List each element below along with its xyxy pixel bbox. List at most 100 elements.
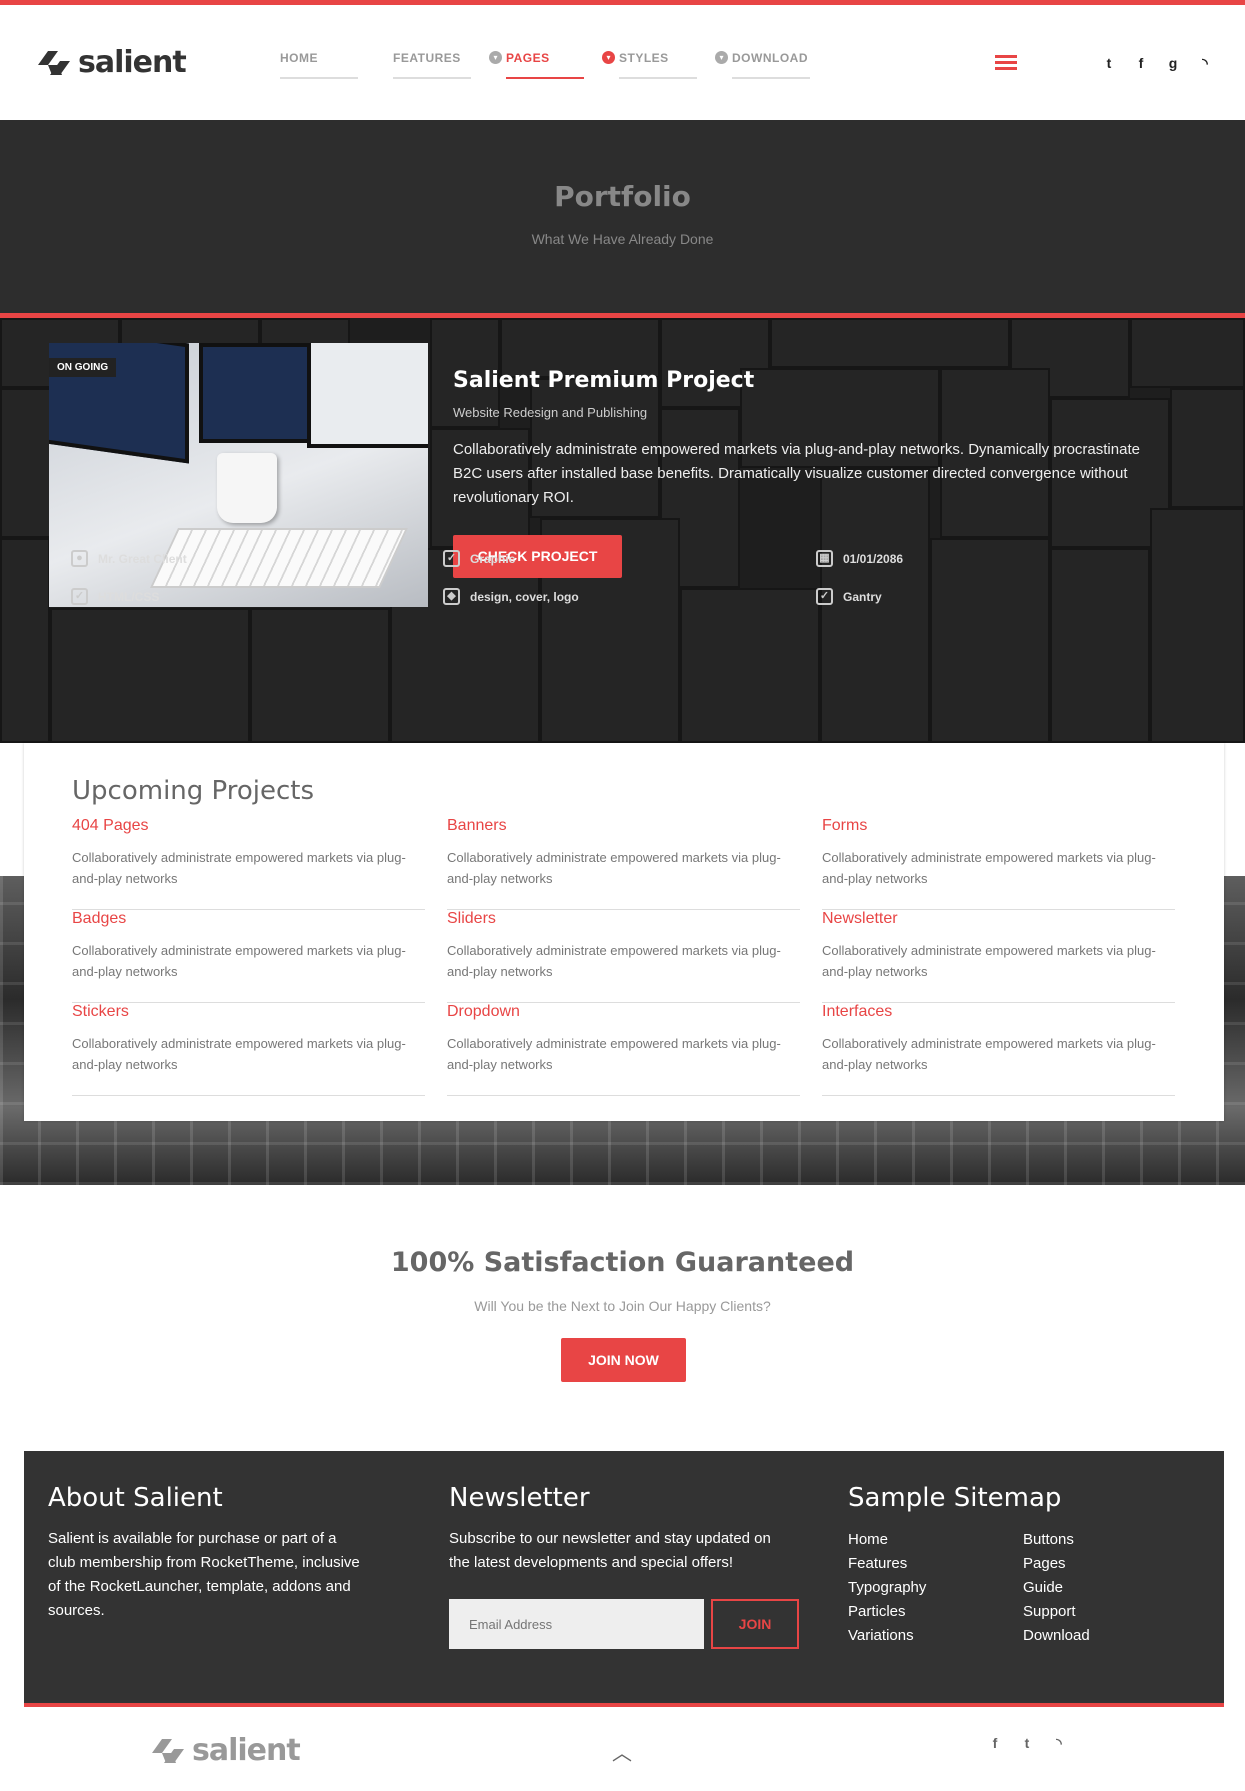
project-desc: Collaboratively administrate empowered m… (447, 1036, 781, 1072)
project-meta-item: ◆ design, cover, logo (443, 588, 579, 605)
twitter-icon[interactable]: t (1093, 55, 1125, 72)
list-item: Newsletter Collaboratively administrate e… (822, 910, 1175, 1003)
project-link[interactable]: Banners (447, 817, 507, 835)
nav-item-pages[interactable]: PAGES ▾ (506, 49, 619, 79)
meta-text: Mr. Great Client (98, 551, 187, 566)
google-plus-icon[interactable]: g (1157, 55, 1189, 72)
logo[interactable]: salient (38, 45, 187, 80)
logo-text: salient (78, 45, 187, 80)
keyboard-illustration (150, 528, 408, 588)
sitemap-link[interactable]: Typography (848, 1579, 926, 1596)
nav-item-download[interactable]: DOWNLOAD (732, 49, 845, 79)
user-icon: ● (71, 550, 88, 567)
project-link[interactable]: Newsletter (822, 910, 898, 928)
upcoming-projects: Upcoming Projects 404 Pages Collaborative… (24, 743, 1224, 1121)
project-image[interactable] (49, 343, 428, 607)
background-tile (1150, 508, 1245, 743)
social-links-top: t f g ◝ (1093, 55, 1221, 72)
background-tile (680, 588, 820, 743)
join-now-button[interactable]: JOIN NOW (561, 1338, 686, 1382)
project-meta-item: ✓ HTML/CSS (71, 588, 159, 605)
sitemap-link[interactable]: Buttons (1023, 1531, 1074, 1548)
background-tile (250, 608, 390, 743)
calendar-icon: ▦ (816, 550, 833, 567)
sitemap-link[interactable]: Variations (848, 1627, 914, 1644)
meta-text: HTML/CSS (98, 589, 160, 604)
check-icon: ✓ (71, 588, 88, 605)
chevron-down-icon: ▾ (602, 51, 615, 64)
menu-toggle-icon[interactable] (995, 55, 1017, 71)
chevron-down-icon: ▾ (715, 51, 728, 64)
footer-logo[interactable]: salient (152, 1733, 301, 1768)
facebook-icon[interactable]: f (979, 1735, 1011, 1752)
meta-text: design, cover, logo (470, 589, 579, 604)
sitemap-link[interactable]: Download (1023, 1627, 1090, 1644)
rss-icon[interactable]: ◝ (1043, 1735, 1075, 1752)
mug-illustration (217, 453, 277, 523)
project-link[interactable]: Stickers (72, 1003, 129, 1021)
sitemap-link[interactable]: Particles (848, 1603, 906, 1620)
project-meta-item: ▦ 01/01/2086 (816, 550, 903, 567)
about-column: About Salient Salient is available for p… (48, 1483, 368, 1623)
background-tile (1170, 388, 1245, 508)
meta-text: Graphic (470, 551, 516, 566)
project-desc: Collaboratively administrate empowered m… (72, 943, 406, 979)
featured-project: ON GOING Salient Premium Project Website… (0, 318, 1245, 743)
facebook-icon[interactable]: f (1125, 55, 1157, 72)
nav-item-features[interactable]: FEATURES ▾ (393, 49, 506, 79)
logo-mark-icon (38, 49, 72, 77)
nav-underline (393, 77, 471, 79)
nav-label: PAGES (506, 51, 550, 65)
newsletter-join-button[interactable]: JOIN (711, 1599, 799, 1649)
nav-label: FEATURES (393, 51, 461, 65)
project-link[interactable]: Forms (822, 817, 867, 835)
nav-underline (619, 77, 697, 79)
project-link[interactable]: Dropdown (447, 1003, 520, 1021)
project-link[interactable]: 404 Pages (72, 817, 149, 835)
background-tile (1050, 548, 1150, 743)
sitemap-column: Sample Sitemap (848, 1483, 1178, 1527)
sitemap-link[interactable]: Support (1023, 1603, 1076, 1620)
project-meta-item: ✓ Graphic (443, 550, 515, 567)
section-heading: Upcoming Projects (72, 776, 315, 806)
sitemap-link[interactable]: Home (848, 1531, 888, 1548)
project-desc: Collaboratively administrate empowered m… (447, 943, 781, 979)
site-header: salient HOME FEATURES ▾ PAGES ▾ STYLES ▾ DOWNLO… (0, 5, 1245, 120)
nav-item-styles[interactable]: STYLES ▾ (619, 49, 732, 79)
status-badge: ON GOING (49, 358, 117, 377)
project-desc: Collaboratively administrate empowered m… (822, 1036, 1156, 1072)
chevron-down-icon: ▾ (489, 51, 502, 64)
email-field[interactable] (449, 1599, 704, 1649)
nav-underline (506, 77, 584, 79)
sitemap-title: Sample Sitemap (848, 1483, 1062, 1513)
page-title: Portfolio (554, 180, 691, 213)
project-link[interactable]: Badges (72, 910, 126, 928)
background-tile (50, 608, 250, 743)
project-subtitle: Website Redesign and Publishing (453, 405, 648, 420)
logo-mark-icon (152, 1737, 186, 1765)
logo-text: salient (192, 1733, 301, 1768)
background-tile (770, 318, 1010, 368)
project-link[interactable]: Interfaces (822, 1003, 892, 1021)
background-tile (930, 538, 1050, 743)
footer: About Salient Salient is available for p… (24, 1451, 1224, 1703)
nav-item-home[interactable]: HOME (280, 49, 393, 79)
list-item: Banners Collaboratively administrate empo… (447, 817, 800, 910)
project-meta-item: ✓ Gantry (816, 588, 882, 605)
background-tile (0, 538, 50, 743)
project-link[interactable]: Sliders (447, 910, 496, 928)
project-desc: Collaboratively administrate empowered m… (822, 943, 1156, 979)
sitemap-link[interactable]: Guide (1023, 1579, 1063, 1596)
check-icon: ✓ (443, 550, 460, 567)
sitemap-link[interactable]: Pages (1023, 1555, 1066, 1572)
back-to-top-icon[interactable]: ︿ (612, 1737, 632, 1766)
list-item: Dropdown Collaboratively administrate emp… (447, 1003, 800, 1096)
twitter-icon[interactable]: t (1011, 1735, 1043, 1752)
sitemap-link[interactable]: Features (848, 1555, 907, 1572)
tag-icon: ◆ (443, 588, 460, 605)
nav-label: STYLES (619, 51, 669, 65)
satisfaction-subtitle: Will You be the Next to Join Our Happy C… (474, 1298, 771, 1314)
nav-label: HOME (280, 51, 318, 65)
rss-icon[interactable]: ◝ (1189, 55, 1221, 72)
satisfaction-section: 100% Satisfaction Guaranteed Will You be… (0, 1185, 1245, 1451)
